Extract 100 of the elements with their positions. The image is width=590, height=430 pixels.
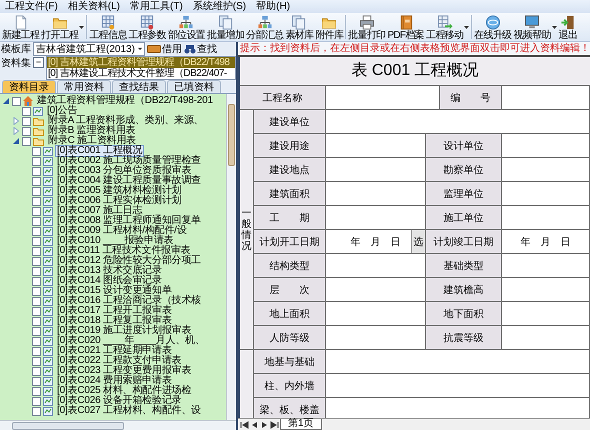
checkbox[interactable] — [22, 126, 31, 136]
caret-icon[interactable] — [79, 26, 84, 29]
tab[interactable]: 常用资料 — [57, 80, 111, 93]
table-cell[interactable]: 年 月 日 选 — [326, 230, 426, 254]
collapse-button[interactable]: − — [33, 57, 44, 68]
tab[interactable]: 已填资料 — [167, 80, 221, 93]
sheet-tab[interactable]: 第1页 — [280, 419, 322, 430]
table-cell[interactable] — [326, 398, 590, 418]
collapsed-arrow-icon[interactable] — [12, 127, 20, 135]
checkbox[interactable] — [32, 366, 41, 376]
checkbox[interactable] — [12, 96, 21, 106]
toolbar-button[interactable]: 退出 — [558, 15, 578, 41]
toolbar-button[interactable]: 附件库 — [314, 15, 344, 41]
table-cell[interactable] — [502, 326, 590, 350]
table-cell[interactable] — [326, 278, 426, 302]
checkbox[interactable] — [32, 216, 41, 226]
checkbox[interactable] — [22, 136, 31, 146]
toolbar-button[interactable]: 工程移动 — [424, 15, 464, 41]
toolbar-button[interactable]: 工程参数 — [128, 15, 167, 41]
checkbox[interactable] — [32, 336, 41, 346]
table-cell[interactable] — [502, 254, 590, 278]
table-cell[interactable] — [502, 302, 590, 326]
borrow-button[interactable]: 借用 — [147, 42, 182, 56]
checkbox[interactable] — [32, 306, 41, 316]
menu-item[interactable]: 相关资料(L) — [62, 0, 126, 13]
toolbar-button[interactable]: 在线升级 — [473, 15, 512, 41]
toolbar-button[interactable]: 批量增加 — [206, 15, 246, 41]
table-cell[interactable] — [502, 158, 590, 182]
table-cell[interactable] — [326, 134, 426, 158]
table-cell[interactable] — [326, 374, 590, 398]
checkbox[interactable] — [32, 156, 41, 166]
toolbar-button[interactable]: 批量打印 — [347, 15, 386, 41]
table-cell[interactable] — [326, 326, 426, 350]
tab[interactable]: 资料目录 — [2, 80, 56, 93]
menu-item[interactable]: 帮助(H) — [251, 0, 296, 13]
table-cell[interactable] — [326, 350, 590, 374]
table-cell[interactable]: 年 月 日 — [502, 230, 590, 254]
last-page-icon[interactable] — [270, 420, 279, 428]
toolbar-button[interactable]: 素材库 — [284, 15, 314, 41]
checkbox[interactable] — [32, 316, 41, 326]
checkbox[interactable] — [32, 236, 41, 246]
checkbox[interactable] — [32, 296, 41, 306]
checkbox[interactable] — [22, 116, 31, 126]
toolbar-button[interactable]: 分部汇总 — [245, 15, 284, 41]
checkbox[interactable] — [32, 186, 41, 196]
table-cell[interactable] — [326, 158, 426, 182]
caret-icon[interactable] — [464, 26, 470, 29]
table-cell[interactable] — [502, 86, 590, 110]
checkbox[interactable] — [32, 146, 41, 156]
checkbox[interactable] — [32, 246, 41, 256]
tree-item[interactable]: [0]表C027 工程材料、构配件、设 — [55, 405, 204, 417]
table-cell[interactable] — [326, 302, 426, 326]
table-cell[interactable] — [326, 206, 426, 230]
table-cell[interactable] — [502, 182, 590, 206]
table-cell[interactable] — [326, 182, 426, 206]
table-cell[interactable] — [502, 134, 590, 158]
expanded-arrow-icon[interactable] — [2, 97, 10, 105]
tab[interactable]: 查找结果 — [112, 80, 166, 93]
table-cell[interactable] — [326, 110, 590, 134]
toolbar-button[interactable]: 工程信息 — [88, 15, 128, 41]
table-cell[interactable] — [502, 206, 590, 230]
menu-item[interactable]: 系统维护(S) — [188, 0, 252, 13]
checkbox[interactable] — [32, 256, 41, 266]
checkbox[interactable] — [32, 396, 41, 406]
toolbar-button[interactable]: 打开工程 — [40, 15, 80, 41]
checkbox[interactable] — [32, 286, 41, 296]
menu-item[interactable]: 常用工具(T) — [125, 0, 188, 13]
table-cell[interactable] — [502, 278, 590, 302]
caret-icon[interactable] — [552, 26, 557, 29]
pick-button[interactable]: 选 — [411, 230, 425, 253]
checkbox[interactable] — [32, 356, 41, 366]
next-icon[interactable] — [260, 420, 269, 428]
search-button[interactable]: 查找 — [184, 42, 217, 56]
checkbox[interactable] — [32, 346, 41, 356]
scrollbar[interactable] — [226, 94, 236, 420]
toolbar-button[interactable]: 部位设置 — [166, 15, 206, 41]
template-select[interactable]: 吉林省建筑工程(2013) — [33, 42, 145, 56]
checkbox[interactable] — [32, 266, 41, 276]
dataset-item[interactable]: [0] 吉林建设工程技术文件整理（DB22/407- — [47, 68, 235, 79]
table-cell[interactable] — [326, 86, 440, 110]
checkbox[interactable] — [32, 376, 41, 386]
checkbox[interactable] — [22, 106, 31, 116]
scrollbar[interactable] — [0, 420, 236, 430]
checkbox[interactable] — [32, 406, 41, 416]
checkbox[interactable] — [32, 176, 41, 186]
dataset-item[interactable]: [0] 吉林建筑工程资料管理规程（DB22/T498 — [47, 57, 235, 68]
checkbox[interactable] — [32, 276, 41, 286]
checkbox[interactable] — [32, 226, 41, 236]
toolbar-button[interactable]: 新建工程 — [1, 15, 40, 41]
collapsed-arrow-icon[interactable] — [12, 117, 20, 125]
expanded-arrow-icon[interactable] — [12, 137, 20, 145]
toolbar-button[interactable]: PDF档案 — [386, 15, 425, 41]
checkbox[interactable] — [32, 206, 41, 216]
checkbox[interactable] — [32, 196, 41, 206]
checkbox[interactable] — [32, 386, 41, 396]
menu-item[interactable]: 工程文件(F) — [0, 0, 63, 13]
toolbar-button[interactable]: 视频帮助 — [512, 15, 552, 41]
checkbox[interactable] — [32, 326, 41, 336]
first-page-icon[interactable] — [240, 420, 249, 428]
previous-icon[interactable] — [250, 420, 259, 428]
